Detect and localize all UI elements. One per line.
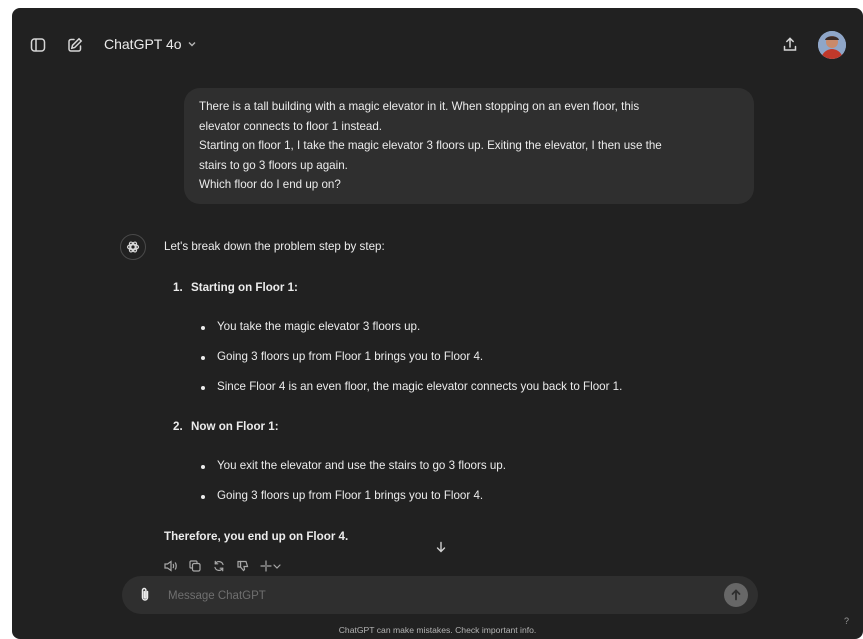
speaker-icon[interactable] [162,558,180,574]
top-bar: ChatGPT 4o [12,8,863,82]
step-number: 2. [173,420,183,433]
sparkle-icon[interactable] [258,558,284,574]
help-button[interactable]: ? [844,616,849,626]
user-message-line: Which floor do I end up on? [199,178,341,192]
model-name: ChatGPT 4o [104,36,182,52]
share-icon[interactable] [780,34,800,54]
avatar[interactable] [818,31,846,59]
message-composer [122,576,758,614]
chat-window: ChatGPT 4o There is a tall building with… [12,8,863,639]
assistant-intro: Let's break down the problem step by ste… [164,240,385,253]
assistant-conclusion: Therefore, you end up on Floor 4. [164,530,349,543]
user-message-line: Starting on floor 1, I take the magic el… [199,139,662,153]
step-title: Now on Floor 1: [191,420,279,433]
thumbs-down-icon[interactable] [234,558,252,574]
list-item: Going 3 floors up from Floor 1 brings yo… [217,350,484,363]
step-number: 1. [173,281,183,294]
bullet-dot [201,465,205,469]
arrow-up-icon[interactable] [724,583,748,607]
list-item: You exit the elevator and use the stairs… [217,459,506,472]
list-item: Since Floor 4 is an even floor, the magi… [217,380,623,393]
message-input[interactable] [166,585,710,607]
bullet-dot [201,386,205,390]
arrow-down-icon[interactable] [430,536,452,558]
bullet-dot [201,326,205,330]
user-message-line: There is a tall building with a magic el… [199,100,640,113]
user-message-line: elevator connects to floor 1 instead. [199,119,383,133]
bullet-dot [201,356,205,360]
chevron-down-icon [187,36,197,52]
list-item: You take the magic elevator 3 floors up. [217,320,421,333]
paperclip-icon[interactable] [136,586,154,604]
openai-logo-icon [120,234,146,260]
user-message-line: stairs to go 3 floors up again. [199,158,348,172]
bullet-dot [201,495,205,499]
user-message-bubble: There is a tall building with a magic el… [184,88,754,204]
sidebar-icon[interactable] [28,35,48,55]
refresh-icon[interactable] [210,558,228,574]
disclaimer: ChatGPT can make mistakes. Check importa… [338,625,537,635]
copy-icon[interactable] [186,558,204,574]
message-actions [162,558,290,574]
model-selector[interactable]: ChatGPT 4o [104,36,197,52]
step-title: Starting on Floor 1: [191,281,298,294]
list-item: Going 3 floors up from Floor 1 brings yo… [217,489,484,502]
edit-icon[interactable] [65,35,85,55]
